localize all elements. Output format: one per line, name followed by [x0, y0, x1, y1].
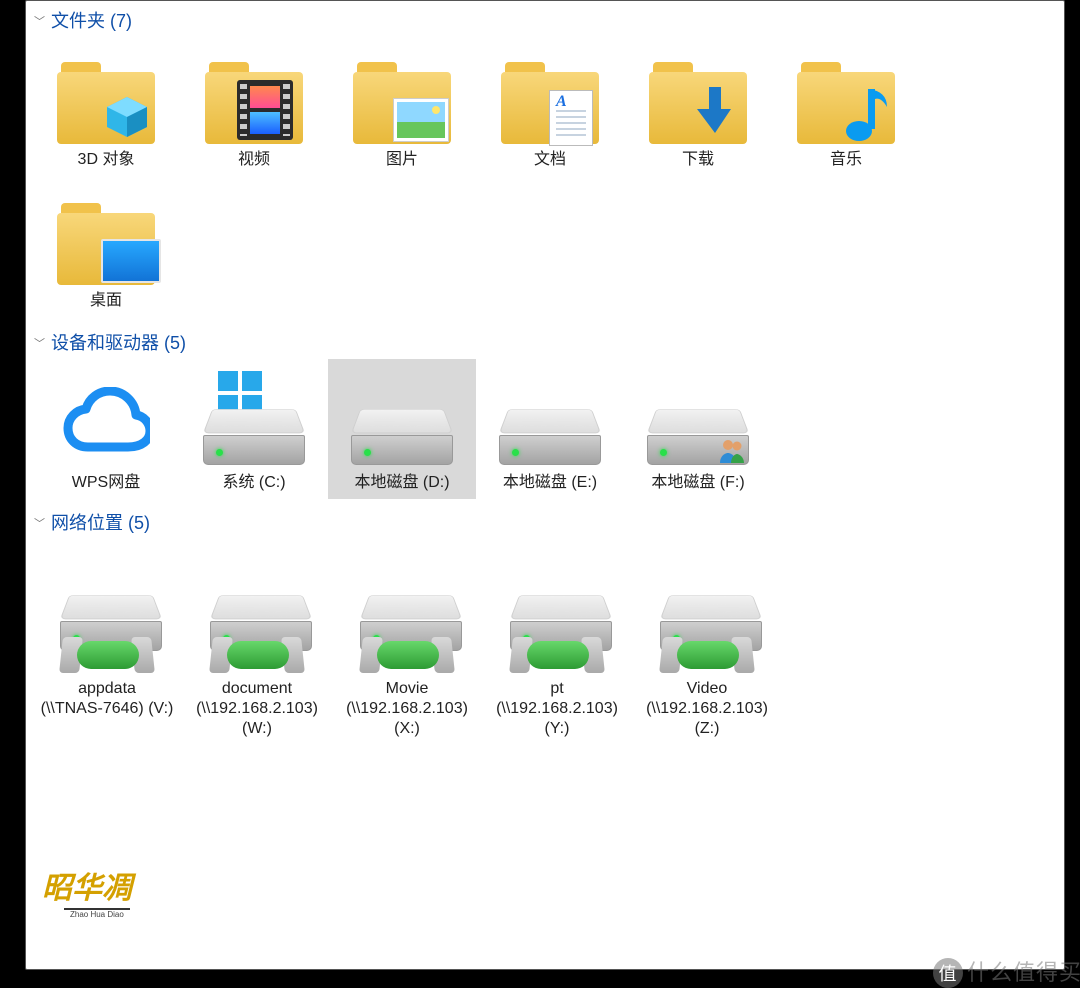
device-drive-f[interactable]: 本地磁盘 (F:) — [624, 359, 772, 499]
cloud-icon — [51, 361, 161, 471]
folders-grid: 3D 对象 视频 图片 — [26, 37, 1064, 325]
folder-music[interactable]: 音乐 — [772, 37, 920, 178]
network-drive-y[interactable]: pt (\\192.168.2.103) (Y:) — [482, 561, 632, 747]
item-label: document — [222, 679, 292, 699]
folder-icon — [51, 184, 161, 289]
site-watermark: 值什么值得买 — [933, 955, 1080, 988]
content-area: ﹀ 文件夹 (7) 3D 对象 — [26, 1, 1064, 755]
section-title: 网络位置 (5) — [51, 509, 150, 535]
folder-videos[interactable]: 视频 — [180, 37, 328, 178]
network-drive-icon — [202, 567, 312, 677]
item-label: WPS网盘 — [72, 473, 140, 493]
author-watermark: 昭华凋 — [42, 863, 132, 907]
drive-icon — [495, 361, 605, 471]
explorer-window: ﹀ 文件夹 (7) 3D 对象 — [25, 0, 1065, 970]
network-drive-icon — [52, 567, 162, 677]
network-drive-w[interactable]: document (\\192.168.2.103) (W:) — [182, 561, 332, 747]
item-label: 本地磁盘 (D:) — [354, 473, 449, 493]
folder-downloads[interactable]: 下载 — [624, 37, 772, 178]
item-path: (\\192.168.2.103) (X:) — [336, 699, 478, 739]
device-drive-d[interactable]: 本地磁盘 (D:) — [328, 359, 476, 499]
item-path: (\\192.168.2.103) (Y:) — [486, 699, 628, 739]
item-label: 本地磁盘 (E:) — [503, 473, 597, 493]
section-title: 设备和驱动器 (5) — [51, 329, 186, 355]
item-label: pt — [550, 679, 563, 699]
folder-pictures[interactable]: 图片 — [328, 37, 476, 178]
network-grid: appdata (\\TNAS-7646) (V:) document (\\1… — [26, 561, 1064, 753]
network-drive-icon — [502, 567, 612, 677]
item-label: 文档 — [534, 150, 566, 170]
drive-icon — [643, 361, 753, 471]
device-wps-netdisk[interactable]: WPS网盘 — [32, 359, 180, 499]
folder-documents[interactable]: 文档 — [476, 37, 624, 178]
item-label: 视频 — [238, 150, 270, 170]
folder-icon — [791, 43, 901, 148]
item-label: 下载 — [682, 150, 714, 170]
folder-3d-objects[interactable]: 3D 对象 — [32, 37, 180, 178]
drive-icon — [347, 361, 457, 471]
item-label: 3D 对象 — [78, 150, 135, 170]
site-badge-icon: 值 — [933, 958, 963, 988]
folder-icon — [347, 43, 457, 148]
shared-users-icon — [718, 437, 746, 463]
section-header-network[interactable]: ﹀ 网络位置 (5) — [26, 505, 1064, 539]
folder-icon — [643, 43, 753, 148]
section-header-devices[interactable]: ﹀ 设备和驱动器 (5) — [26, 325, 1064, 359]
folder-icon — [51, 43, 161, 148]
item-label: 本地磁盘 (F:) — [651, 473, 744, 493]
folder-icon — [495, 43, 605, 148]
site-watermark-text: 什么值得买 — [967, 960, 1080, 985]
author-watermark-sub: Zhao Hua Diao — [64, 908, 130, 919]
chevron-down-icon: ﹀ — [34, 13, 45, 29]
folder-desktop[interactable]: 桌面 — [32, 178, 180, 319]
devices-grid: WPS网盘 系统 (C:) 本地磁盘 (D:) 本地磁盘 (E:) — [26, 359, 1064, 505]
item-label: 音乐 — [830, 150, 862, 170]
folder-icon — [199, 43, 309, 148]
device-drive-c[interactable]: 系统 (C:) — [180, 359, 328, 499]
item-label: Movie — [386, 679, 429, 699]
item-path: (\\TNAS-7646) (V:) — [41, 699, 174, 719]
drive-icon — [199, 361, 309, 471]
item-path: (\\192.168.2.103) (W:) — [186, 699, 328, 739]
network-drive-icon — [352, 567, 462, 677]
section-header-folders[interactable]: ﹀ 文件夹 (7) — [26, 3, 1064, 37]
section-title: 文件夹 (7) — [51, 7, 132, 33]
item-label: 系统 (C:) — [222, 473, 285, 493]
network-drive-v[interactable]: appdata (\\TNAS-7646) (V:) — [32, 561, 182, 747]
item-label: 桌面 — [90, 291, 122, 311]
item-path: (\\192.168.2.103) (Z:) — [636, 699, 778, 739]
item-label: 图片 — [386, 150, 418, 170]
chevron-down-icon: ﹀ — [34, 515, 45, 531]
chevron-down-icon: ﹀ — [34, 335, 45, 351]
network-drive-x[interactable]: Movie (\\192.168.2.103) (X:) — [332, 561, 482, 747]
item-label: appdata — [78, 679, 136, 699]
network-drive-z[interactable]: Video (\\192.168.2.103) (Z:) — [632, 561, 782, 747]
network-drive-icon — [652, 567, 762, 677]
item-label: Video — [687, 679, 728, 699]
device-drive-e[interactable]: 本地磁盘 (E:) — [476, 359, 624, 499]
